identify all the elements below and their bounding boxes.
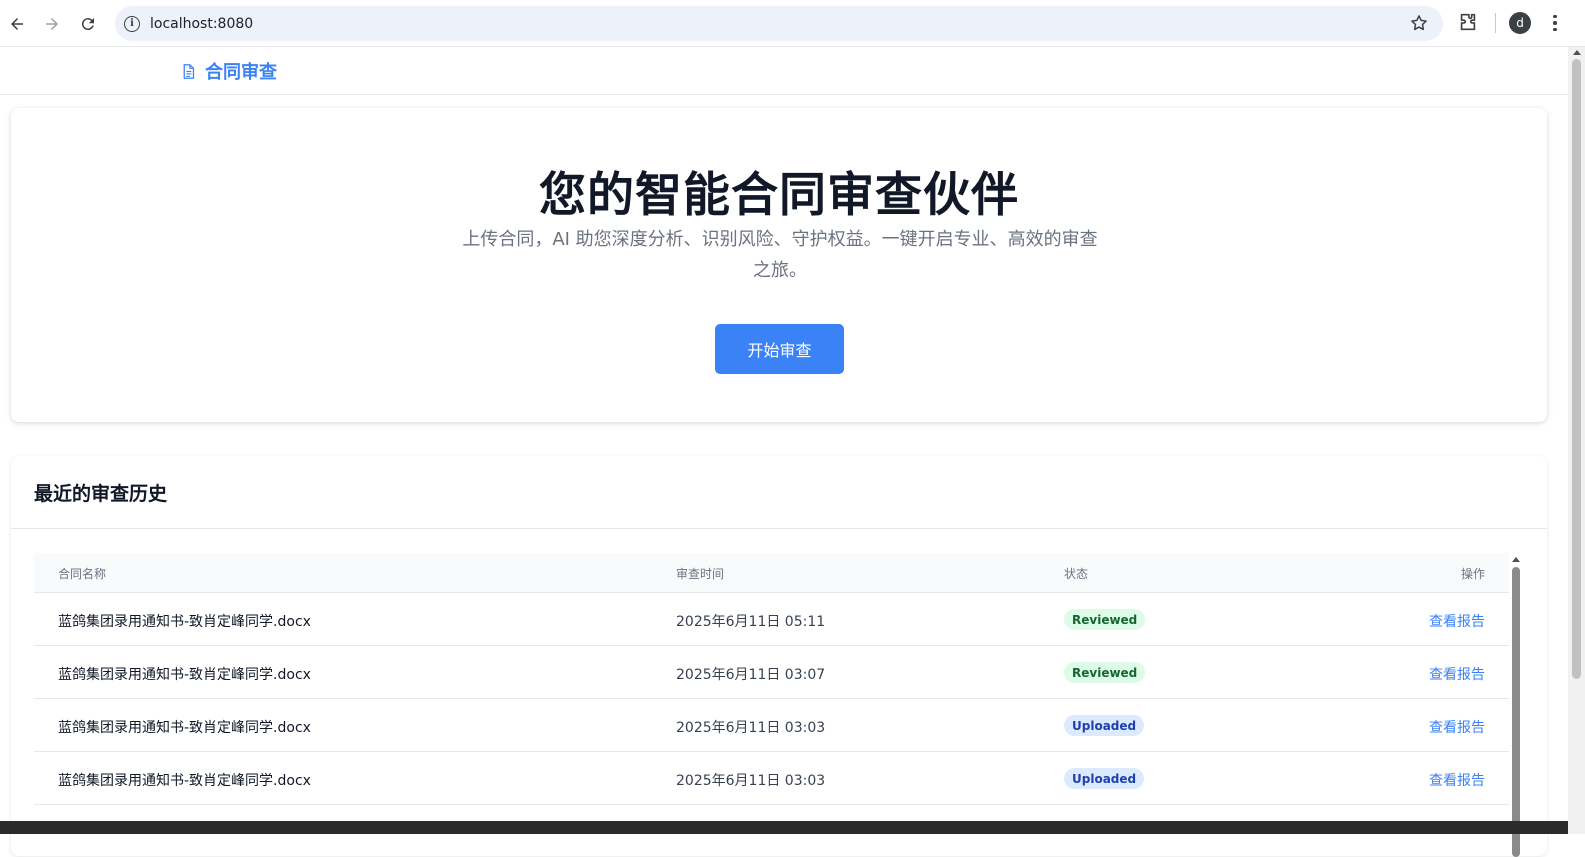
table-scrollbar[interactable] [1511, 553, 1521, 857]
review-time: 2025年6月11日 03:03 [676, 773, 826, 789]
forward-arrow-icon [46, 18, 58, 30]
table-row: 蓝鸽集团录用通知书-致肖定峰同学.docx 2025年6月11日 03:07 R… [34, 646, 1509, 699]
site-info-icon[interactable]: i [124, 15, 140, 32]
hero-title: 您的智能合同审查伙伴 [539, 168, 1019, 223]
toolbar-divider [1495, 13, 1496, 33]
extensions-icon[interactable] [1457, 11, 1479, 33]
more-menu-icon[interactable] [1549, 12, 1561, 34]
history-table: 合同名称 审查时间 状态 操作 蓝鸽集团录用通知书-致肖定峰同学.docx 20… [34, 553, 1509, 853]
history-title: 最近的审查历史 [34, 483, 168, 505]
status-badge: Uploaded [1064, 768, 1145, 789]
start-review-button[interactable]: 开始审查 [715, 324, 844, 374]
app-header: 合同审查 [0, 47, 1568, 95]
profile-avatar[interactable]: d [1509, 12, 1531, 34]
table-row: 蓝鸽集团录用通知书-致肖定峰同学.docx 2025年6月11日 05:11 R… [34, 593, 1509, 646]
brand-title: 合同审查 [205, 62, 277, 83]
reload-icon [81, 18, 94, 31]
page-scrollbar-thumb[interactable] [1572, 59, 1581, 679]
back-button[interactable] [2, 9, 32, 39]
view-report-link[interactable]: 查看报告 [1429, 717, 1485, 737]
column-header-name: 合同名称 [58, 567, 107, 581]
history-divider [11, 528, 1547, 529]
review-time: 2025年6月11日 03:03 [676, 720, 826, 736]
contract-name: 蓝鸽集团录用通知书-致肖定峰同学.docx [58, 667, 311, 683]
table-scroll-up-arrow-icon[interactable] [1512, 557, 1520, 562]
back-arrow-icon [11, 18, 23, 30]
table-row: 蓝鸽集团录用通知书-致肖定峰同学.docx 2025年6月11日 03:03 U… [34, 699, 1509, 752]
column-header-status: 状态 [1064, 567, 1089, 581]
status-badge: Reviewed [1064, 609, 1146, 630]
document-icon [183, 63, 195, 79]
address-bar[interactable]: i localhost:8080 [115, 6, 1443, 41]
reload-button[interactable] [73, 9, 103, 39]
status-badge: Uploaded [1064, 715, 1145, 736]
table-scrollbar-thumb[interactable] [1512, 567, 1520, 857]
scroll-up-arrow-icon[interactable] [1573, 50, 1581, 55]
table-row: 蓝鸽集团录用通知书-致肖定峰同学.docx 2025年6月11日 03:03 U… [34, 752, 1509, 805]
contract-name: 蓝鸽集团录用通知书-致肖定峰同学.docx [58, 614, 311, 630]
brand-logo[interactable]: 合同审查 [180, 58, 277, 84]
table-header: 合同名称 审查时间 状态 操作 [34, 553, 1509, 593]
hero-card: 您的智能合同审查伙伴 上传合同，AI 助您深度分析、识别风险、守护权益。一键开启… [11, 108, 1547, 422]
status-badge: Reviewed [1064, 662, 1146, 683]
forward-button[interactable] [37, 9, 67, 39]
page-scrollbar[interactable] [1568, 47, 1585, 834]
taskbar-edge [0, 821, 1568, 834]
contract-name: 蓝鸽集团录用通知书-致肖定峰同学.docx [58, 720, 311, 736]
review-history-card: 最近的审查历史 合同名称 审查时间 状态 操作 蓝鸽集团录用通知书-致肖定峰同学… [11, 456, 1547, 857]
url-text[interactable]: localhost:8080 [150, 16, 253, 32]
view-report-link[interactable]: 查看报告 [1429, 611, 1485, 631]
column-header-time: 审查时间 [676, 567, 725, 581]
contract-name: 蓝鸽集团录用通知书-致肖定峰同学.docx [58, 773, 311, 789]
view-report-link[interactable]: 查看报告 [1429, 664, 1485, 684]
view-report-link[interactable]: 查看报告 [1429, 770, 1485, 790]
review-time: 2025年6月11日 05:11 [676, 614, 826, 630]
column-header-action: 操作 [1460, 567, 1485, 581]
hero-subtitle: 上传合同，AI 助您深度分析、识别风险、守护权益。一键开启专业、高效的审查之旅。 [462, 229, 1098, 281]
bookmark-star-icon[interactable] [1409, 13, 1429, 33]
review-time: 2025年6月11日 03:07 [676, 667, 826, 683]
browser-toolbar: i localhost:8080 d [0, 0, 1585, 47]
